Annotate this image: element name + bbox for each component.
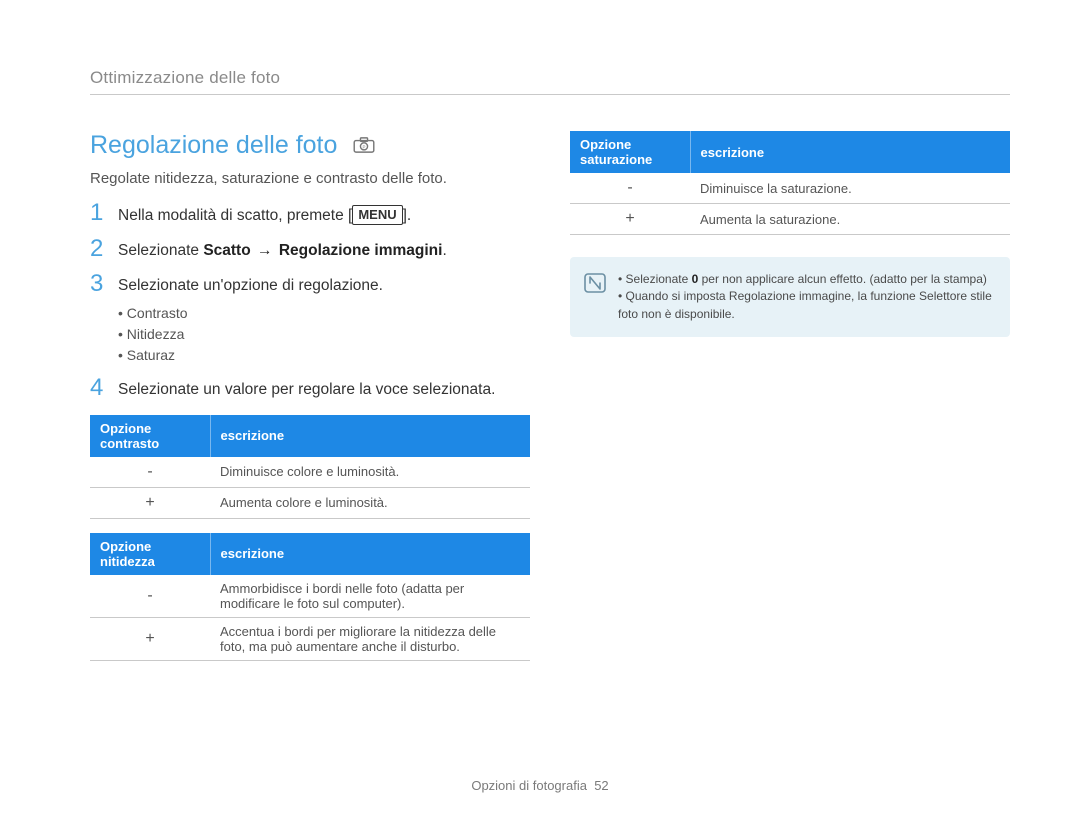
right-column: Opzione saturazione escrizione - Diminui… <box>570 131 1010 661</box>
table-row: - Ammorbidisce i bordi nelle foto (adatt… <box>90 575 530 618</box>
step-3-options: Contrasto Nitidezza Saturaz <box>118 303 530 366</box>
menu-key: MENU <box>352 205 402 225</box>
step-2: 2 Selezionate Scatto → Regolazione immag… <box>90 237 530 262</box>
description-cell: Diminuisce colore e luminosità. <box>210 457 530 488</box>
table-row: + Aumenta colore e luminosità. <box>90 487 530 518</box>
description-cell: Diminuisce la saturazione. <box>690 173 1010 204</box>
step-list: 1 Nella modalità di scatto, premete [MEN… <box>90 201 530 401</box>
table-header-description: escrizione <box>210 415 530 457</box>
step-text: Selezionate un valore per regolare la vo… <box>118 376 495 401</box>
section-title-row: Regolazione delle foto P <box>90 131 530 160</box>
table-row: + Accentua i bordi per migliorare la nit… <box>90 617 530 660</box>
note-item: Quando si imposta Regolazione immagine, … <box>618 288 994 323</box>
camera-icon: P <box>353 131 375 160</box>
contrast-table: Opzione contrasto escrizione - Diminuisc… <box>90 415 530 519</box>
breadcrumb: Ottimizzazione delle foto <box>90 68 1010 88</box>
description-cell: Aumenta la saturazione. <box>690 204 1010 235</box>
step-text: Selezionate Scatto → Regolazione immagin… <box>118 237 447 262</box>
step-number: 2 <box>90 237 108 261</box>
step-1: 1 Nella modalità di scatto, premete [MEN… <box>90 201 530 227</box>
description-cell: Accentua i bordi per migliorare la nitid… <box>210 617 530 660</box>
step-number: 3 <box>90 272 108 296</box>
description-cell: Ammorbidisce i bordi nelle foto (adatta … <box>210 575 530 618</box>
option-cell: - <box>90 457 210 488</box>
option-cell: + <box>570 204 690 235</box>
manual-page: Ottimizzazione delle foto Regolazione de… <box>0 0 1080 815</box>
option-sharpness: Nitidezza <box>118 324 530 345</box>
table-row: + Aumenta la saturazione. <box>570 204 1010 235</box>
option-cell: + <box>90 617 210 660</box>
option-saturation: Saturaz <box>118 345 530 366</box>
section-subtitle: Regolate nitidezza, saturazione e contra… <box>90 170 530 187</box>
note-icon <box>584 271 606 323</box>
note-list: Selezionate 0 per non applicare alcun ef… <box>618 271 994 323</box>
section-title: Regolazione delle foto <box>90 131 337 160</box>
step-text: Selezionate un'opzione di regolazione. <box>118 272 383 297</box>
step-number: 4 <box>90 376 108 400</box>
option-contrast: Contrasto <box>118 303 530 324</box>
option-cell: + <box>90 487 210 518</box>
note-box: Selezionate 0 per non applicare alcun ef… <box>570 257 1010 337</box>
table-header-option: Opzione nitidezza <box>90 533 210 575</box>
header-divider <box>90 94 1010 95</box>
footer-label: Opzioni di fotografia <box>471 778 587 793</box>
step-number: 1 <box>90 201 108 225</box>
table-header-description: escrizione <box>690 131 1010 173</box>
step-text: Nella modalità di scatto, premete [MENU]… <box>118 201 411 227</box>
saturation-table: Opzione saturazione escrizione - Diminui… <box>570 131 1010 235</box>
table-header-description: escrizione <box>210 533 530 575</box>
arrow-icon: → <box>255 241 275 262</box>
option-cell: - <box>570 173 690 204</box>
table-row: - Diminuisce la saturazione. <box>570 173 1010 204</box>
page-footer: Opzioni di fotografia 52 <box>0 778 1080 793</box>
page-number: 52 <box>594 778 608 793</box>
left-column: Regolazione delle foto P Regolate nitide… <box>90 131 530 661</box>
content-columns: Regolazione delle foto P Regolate nitide… <box>90 131 1010 661</box>
note-item: Selezionate 0 per non applicare alcun ef… <box>618 271 994 288</box>
sharpness-table: Opzione nitidezza escrizione - Ammorbidi… <box>90 533 530 661</box>
table-row: - Diminuisce colore e luminosità. <box>90 457 530 488</box>
option-cell: - <box>90 575 210 618</box>
table-header-option: Opzione contrasto <box>90 415 210 457</box>
step-4: 4 Selezionate un valore per regolare la … <box>90 376 530 401</box>
svg-text:P: P <box>363 145 366 150</box>
description-cell: Aumenta colore e luminosità. <box>210 487 530 518</box>
step-3: 3 Selezionate un'opzione di regolazione. <box>90 272 530 297</box>
table-header-option: Opzione saturazione <box>570 131 690 173</box>
